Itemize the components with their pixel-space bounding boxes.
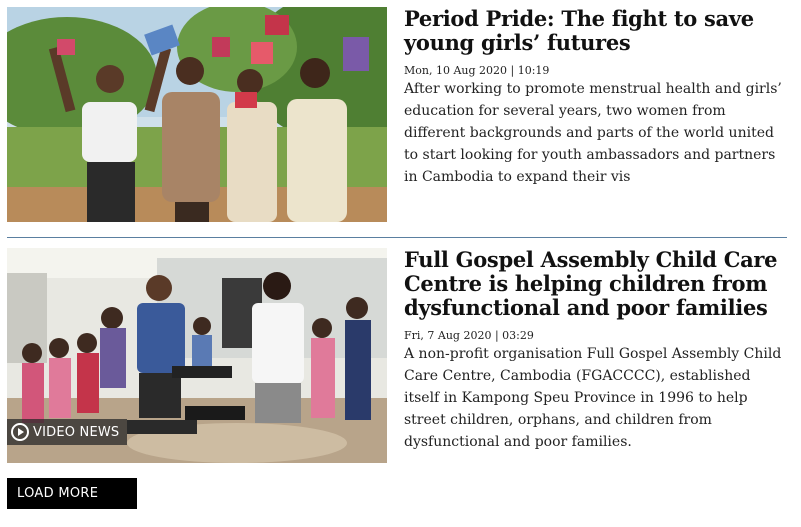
- load-more-button[interactable]: LOAD MORE: [7, 478, 137, 509]
- article-thumbnail[interactable]: VIDEO NEWS: [7, 248, 387, 463]
- article-divider: [7, 237, 787, 238]
- video-news-label: VIDEO NEWS: [33, 424, 120, 440]
- article-date: Mon, 10 Aug 2020 | 10:19: [404, 64, 550, 77]
- article-date: Fri, 7 Aug 2020 | 03:29: [404, 329, 534, 342]
- article-summary: After working to promote menstrual healt…: [404, 81, 782, 185]
- thumbnail-image-girls: [7, 7, 387, 222]
- article-headline[interactable]: Period Pride: The fight to save young gi…: [404, 7, 789, 55]
- article-text: Full Gospel Assembly Child Care Centre i…: [404, 248, 789, 453]
- play-icon: [11, 423, 29, 441]
- article-card: Period Pride: The fight to save young gi…: [7, 7, 789, 222]
- article-headline[interactable]: Full Gospel Assembly Child Care Centre i…: [404, 248, 789, 320]
- article-text: Period Pride: The fight to save young gi…: [404, 7, 789, 188]
- article-card: VIDEO NEWS Full Gospel Assembly Child Ca…: [7, 248, 789, 463]
- article-thumbnail[interactable]: [7, 7, 387, 222]
- video-news-badge: VIDEO NEWS: [7, 419, 128, 445]
- article-summary: A non-profit organisation Full Gospel As…: [404, 346, 782, 450]
